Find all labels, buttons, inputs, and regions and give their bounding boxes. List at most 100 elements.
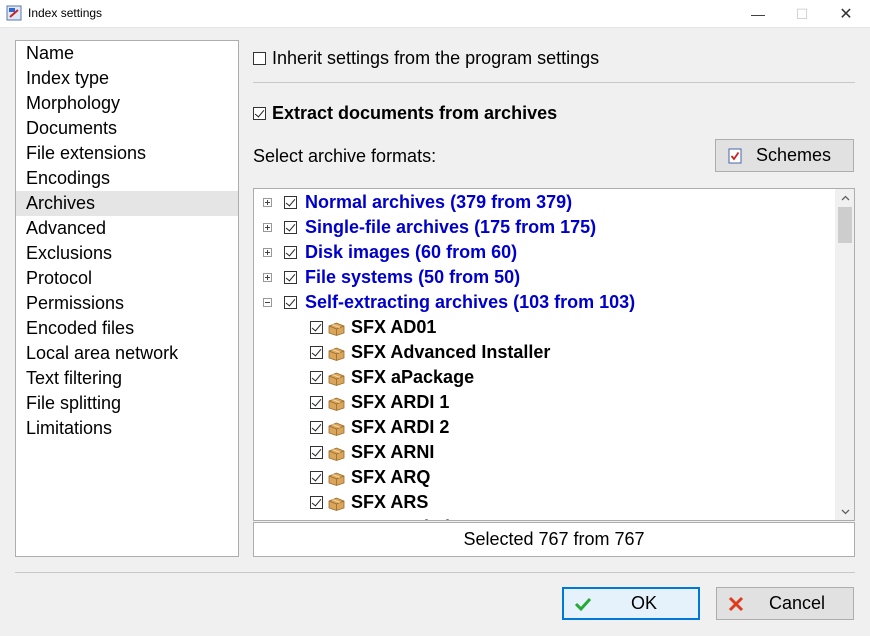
tree-row-label: SFX AD01 bbox=[351, 317, 437, 337]
tree-row-label: SFX ARDI 1 bbox=[351, 392, 450, 412]
tree-checkbox[interactable] bbox=[310, 421, 323, 434]
tree-item-row[interactable]: SFX ARDI 1 bbox=[310, 390, 449, 415]
nav-item-limitations[interactable]: Limitations bbox=[16, 416, 238, 441]
maximize-button[interactable]: ☐ bbox=[780, 0, 824, 28]
tree-checkbox[interactable] bbox=[284, 246, 297, 259]
package-icon bbox=[328, 470, 345, 486]
inherit-settings-label: Inherit settings from the program settin… bbox=[272, 47, 600, 68]
tree-checkbox[interactable] bbox=[284, 221, 297, 234]
tree-item-row[interactable]: SFX AD01 bbox=[310, 315, 436, 340]
tree-row-label: File systems (50 from 50) bbox=[305, 267, 521, 287]
scroll-up-button[interactable] bbox=[836, 189, 854, 206]
nav-item-protocol[interactable]: Protocol bbox=[16, 266, 238, 291]
tree-checkbox[interactable] bbox=[310, 396, 323, 409]
tree-item-row[interactable]: SFX Advanced Installer bbox=[310, 340, 550, 365]
nav-item-text-filtering[interactable]: Text filtering bbox=[16, 366, 238, 391]
tree-row-label: Single-file archives (175 from 175) bbox=[305, 217, 597, 237]
ok-label: OK bbox=[630, 593, 657, 613]
tree-checkbox[interactable] bbox=[310, 446, 323, 459]
tree-group-row[interactable]: Self-extracting archives (103 from 103) bbox=[263, 290, 635, 315]
separator bbox=[253, 82, 855, 83]
tree-checkbox[interactable] bbox=[284, 196, 297, 209]
nav-item-exclusions[interactable]: Exclusions bbox=[16, 241, 238, 266]
archive-formats-tree[interactable]: Normal archives (379 from 379) Single-fil… bbox=[253, 188, 855, 521]
tree-group-row[interactable]: File systems (50 from 50) bbox=[263, 265, 520, 290]
schemes-label: Schemes bbox=[756, 145, 832, 165]
nav-item-permissions[interactable]: Permissions bbox=[16, 291, 238, 316]
tree-checkbox[interactable] bbox=[284, 271, 297, 284]
window-title: Index settings bbox=[28, 6, 103, 20]
package-icon bbox=[328, 395, 345, 411]
tree-item-row[interactable]: SFX BackZipMaster bbox=[310, 515, 519, 520]
cancel-button[interactable]: Cancel bbox=[716, 587, 854, 620]
package-icon bbox=[328, 370, 345, 386]
selection-status: Selected 767 from 767 bbox=[253, 522, 855, 557]
nav-item-local-area-network[interactable]: Local area network bbox=[16, 341, 238, 366]
tree-item-row[interactable]: SFX ARNI bbox=[310, 440, 434, 465]
selection-status-text: Selected 767 from 767 bbox=[463, 529, 645, 549]
tree-checkbox[interactable] bbox=[310, 496, 323, 509]
tree-row-label: Disk images (60 from 60) bbox=[305, 242, 518, 262]
title-bar: Index settings — ☐ ✕ bbox=[0, 0, 870, 28]
tree-checkbox[interactable] bbox=[310, 346, 323, 359]
expand-icon[interactable] bbox=[263, 198, 272, 207]
nav-item-encodings[interactable]: Encodings bbox=[16, 166, 238, 191]
extract-archives-checkbox[interactable]: Extract documents from archives bbox=[253, 102, 557, 124]
tree-row-label: SFX ARS bbox=[351, 492, 429, 512]
tree-group-row[interactable]: Single-file archives (175 from 175) bbox=[263, 215, 596, 240]
ok-button[interactable]: OK bbox=[562, 587, 700, 620]
inherit-checkbox-box[interactable] bbox=[253, 51, 266, 65]
expand-icon[interactable] bbox=[263, 223, 272, 232]
tree-checkbox[interactable] bbox=[284, 296, 297, 309]
tree-row-label: SFX ARDI 2 bbox=[351, 417, 450, 437]
cancel-label: Cancel bbox=[768, 593, 826, 613]
app-icon bbox=[6, 5, 22, 21]
select-formats-label: Select archive formats: bbox=[253, 146, 437, 166]
tree-row-label: SFX ARQ bbox=[351, 467, 431, 487]
tree-item-row[interactable]: SFX ARQ bbox=[310, 465, 430, 490]
package-icon bbox=[328, 420, 345, 436]
nav-item-encoded-files[interactable]: Encoded files bbox=[16, 316, 238, 341]
minimize-button[interactable]: — bbox=[736, 0, 780, 28]
nav-item-index-type[interactable]: Index type bbox=[16, 66, 238, 91]
expand-icon[interactable] bbox=[263, 248, 272, 257]
scroll-down-button[interactable] bbox=[836, 503, 854, 520]
tree-row-label: SFX aPackage bbox=[351, 367, 475, 387]
collapse-icon[interactable] bbox=[263, 298, 272, 307]
scrollbar-thumb[interactable] bbox=[838, 207, 852, 243]
tree-group-row[interactable]: Disk images (60 from 60) bbox=[263, 240, 517, 265]
document-check-icon bbox=[728, 148, 742, 163]
nav-item-documents[interactable]: Documents bbox=[16, 116, 238, 141]
tree-group-row[interactable]: Normal archives (379 from 379) bbox=[263, 190, 572, 215]
chevron-up-icon bbox=[841, 195, 850, 200]
nav-item-name[interactable]: Name bbox=[16, 41, 238, 66]
tree-checkbox[interactable] bbox=[310, 321, 323, 334]
vertical-scrollbar[interactable] bbox=[835, 189, 854, 520]
settings-nav-list[interactable]: Name Index type Morphology Documents File ex… bbox=[15, 40, 239, 557]
tree-item-row[interactable]: SFX ARS bbox=[310, 490, 428, 515]
nav-item-morphology[interactable]: Morphology bbox=[16, 91, 238, 116]
tree-item-row[interactable]: SFX ARDI 2 bbox=[310, 415, 449, 440]
package-icon bbox=[328, 445, 345, 461]
nav-item-advanced[interactable]: Advanced bbox=[16, 216, 238, 241]
nav-item-file-splitting[interactable]: File splitting bbox=[16, 391, 238, 416]
tree-item-row[interactable]: SFX aPackage bbox=[310, 365, 474, 390]
schemes-button[interactable]: Schemes bbox=[715, 139, 854, 172]
chevron-down-icon bbox=[841, 509, 850, 514]
tree-checkbox[interactable] bbox=[310, 371, 323, 384]
expand-icon[interactable] bbox=[263, 273, 272, 282]
tree-row-label: Normal archives (379 from 379) bbox=[305, 192, 573, 212]
tree-content: Normal archives (379 from 379) Single-fil… bbox=[254, 189, 834, 520]
package-icon bbox=[328, 320, 345, 336]
inherit-settings-checkbox[interactable]: Inherit settings from the program settin… bbox=[253, 47, 599, 69]
close-button[interactable]: ✕ bbox=[824, 0, 868, 28]
extract-archives-label: Extract documents from archives bbox=[272, 102, 558, 123]
extract-checkbox-box[interactable] bbox=[253, 106, 266, 120]
nav-item-archives[interactable]: Archives bbox=[16, 191, 238, 216]
tree-row-label: Self-extracting archives (103 from 103) bbox=[305, 292, 636, 312]
tree-row-label: SFX ARNI bbox=[351, 442, 435, 462]
tree-checkbox[interactable] bbox=[310, 471, 323, 484]
tree-row-label: SFX Advanced Installer bbox=[351, 342, 551, 362]
package-icon bbox=[328, 495, 345, 511]
nav-item-file-extensions[interactable]: File extensions bbox=[16, 141, 238, 166]
